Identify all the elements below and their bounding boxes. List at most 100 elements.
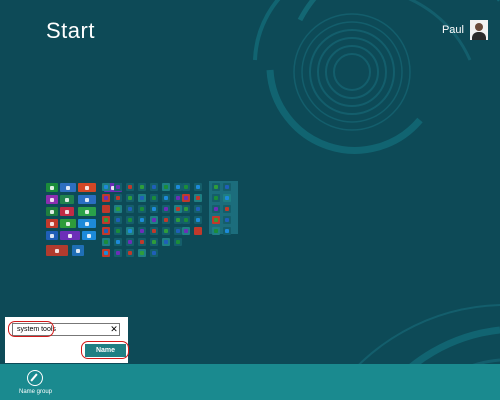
app-tile[interactable] (150, 238, 158, 246)
people-tile[interactable] (78, 183, 96, 192)
app-tile[interactable] (102, 216, 110, 224)
mail-tile[interactable] (60, 183, 76, 192)
app-tile[interactable] (223, 194, 231, 202)
app-tile[interactable] (162, 205, 170, 213)
app-tile[interactable] (102, 249, 110, 257)
app-tile[interactable] (126, 249, 134, 257)
app-tile[interactable] (114, 238, 122, 246)
app-tile[interactable] (150, 249, 158, 257)
close-icon[interactable]: ✕ (109, 324, 119, 335)
app-tile[interactable] (212, 183, 220, 191)
video-tile[interactable] (46, 219, 58, 228)
app-tile[interactable] (162, 194, 170, 202)
app-tile[interactable] (174, 227, 182, 235)
app-tile[interactable] (194, 227, 202, 235)
app-tile[interactable] (114, 183, 122, 191)
app-tile[interactable] (194, 216, 202, 224)
app-tile[interactable] (212, 205, 220, 213)
app-tile[interactable] (223, 227, 231, 235)
app-tile[interactable] (212, 216, 220, 224)
app-icon (152, 218, 156, 222)
music-tile[interactable] (46, 195, 58, 204)
app-tile[interactable] (126, 205, 134, 213)
app-tile[interactable] (174, 205, 182, 213)
app-tile[interactable] (114, 227, 122, 235)
games-tile[interactable] (60, 219, 76, 228)
messaging-icon (85, 209, 89, 214)
app-tile[interactable] (114, 216, 122, 224)
user-account[interactable]: Paul (442, 20, 488, 40)
store-tile[interactable] (46, 183, 58, 192)
app-tile[interactable] (182, 194, 190, 202)
app-tile[interactable] (212, 227, 220, 235)
app-tile[interactable] (138, 183, 146, 191)
app-tile[interactable] (138, 249, 146, 257)
group-name-input[interactable]: system tools ✕ (12, 323, 120, 336)
app-tile[interactable] (182, 227, 190, 235)
app-tile[interactable] (174, 216, 182, 224)
group-name-value[interactable]: system tools (13, 326, 109, 333)
excel-tile[interactable] (46, 207, 58, 216)
app-tile[interactable] (150, 205, 158, 213)
app-tile[interactable] (126, 227, 134, 235)
word-tile[interactable] (46, 231, 58, 240)
app-icon (152, 196, 156, 200)
app-icon (164, 229, 168, 233)
app-icon (176, 240, 180, 244)
app-tile[interactable] (174, 183, 182, 191)
weather-tile[interactable] (78, 219, 96, 228)
app-tile[interactable] (182, 216, 190, 224)
app-tile[interactable] (194, 183, 202, 191)
app-tile[interactable] (126, 194, 134, 202)
app-tile[interactable] (114, 205, 122, 213)
travel-tile[interactable] (82, 231, 96, 240)
app-tile[interactable] (174, 238, 182, 246)
desktop-tile[interactable] (72, 245, 84, 256)
app-tile[interactable] (182, 205, 190, 213)
app-tile[interactable] (138, 238, 146, 246)
news-tile[interactable] (46, 245, 68, 256)
app-icon (140, 185, 144, 189)
app-tile[interactable] (194, 205, 202, 213)
app-tile[interactable] (102, 227, 110, 235)
app-tile[interactable] (102, 205, 110, 213)
app-tile[interactable] (114, 194, 122, 202)
name-group-button[interactable]: Name group (19, 370, 52, 395)
app-tile[interactable] (182, 183, 190, 191)
app-tile[interactable] (162, 216, 170, 224)
app-tile[interactable] (102, 194, 110, 202)
app-tile[interactable] (114, 249, 122, 257)
app-tile[interactable] (223, 205, 231, 213)
app-tile[interactable] (162, 183, 170, 191)
app-tile[interactable] (162, 238, 170, 246)
app-tile[interactable] (138, 216, 146, 224)
app-tile[interactable] (212, 194, 220, 202)
app-icon (184, 229, 188, 233)
app-tile[interactable] (126, 183, 134, 191)
app-tile[interactable] (174, 194, 182, 202)
avatar[interactable] (470, 20, 488, 40)
app-tile[interactable] (194, 194, 202, 202)
app-tile[interactable] (138, 194, 146, 202)
calculator-tile[interactable] (60, 195, 74, 204)
app-tile[interactable] (126, 216, 134, 224)
app-tile[interactable] (223, 216, 231, 224)
name-button[interactable]: Name (85, 344, 126, 357)
app-tile[interactable] (223, 183, 231, 191)
app-tile[interactable] (162, 227, 170, 235)
messaging-tile[interactable] (78, 207, 96, 216)
app-tile[interactable] (138, 205, 146, 213)
ie-tile[interactable] (78, 195, 96, 204)
app-tile[interactable] (150, 183, 158, 191)
app-tile[interactable] (150, 216, 158, 224)
app-tile[interactable] (126, 238, 134, 246)
app-tile[interactable] (150, 227, 158, 235)
settings-tile[interactable] (60, 231, 80, 240)
app-tile[interactable] (102, 183, 110, 191)
app-tile[interactable] (150, 194, 158, 202)
user-name[interactable]: Paul (442, 24, 464, 36)
photos-tile[interactable] (60, 207, 74, 216)
app-tile[interactable] (138, 227, 146, 235)
app-tile[interactable] (102, 238, 110, 246)
app-icon (184, 218, 188, 222)
